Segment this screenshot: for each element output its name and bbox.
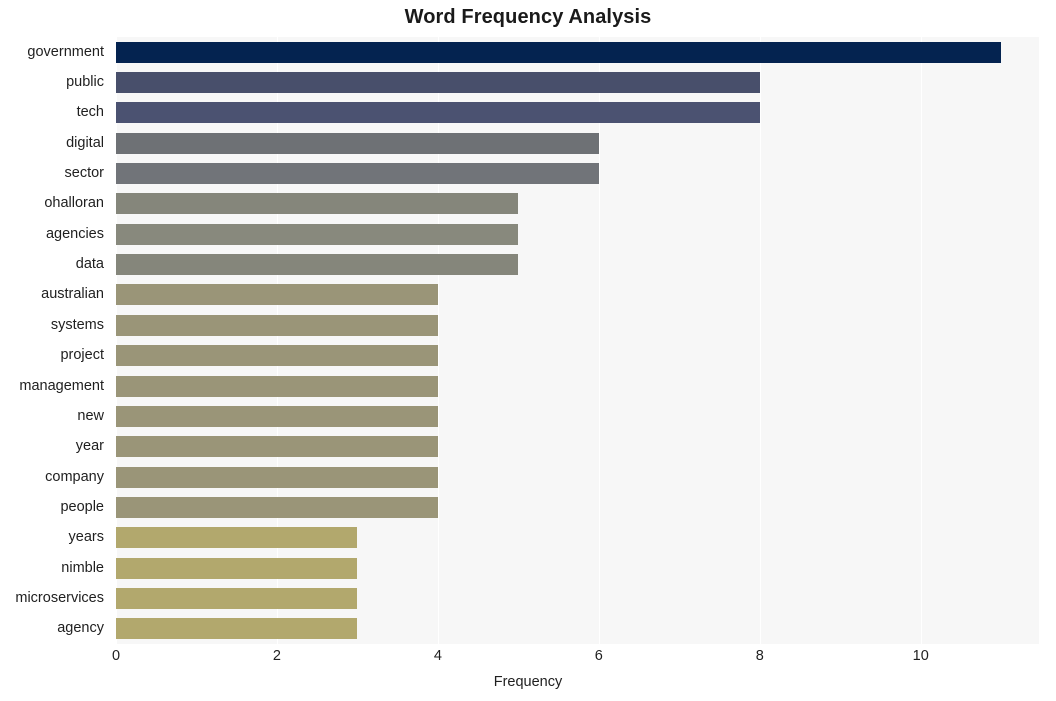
bar-row bbox=[116, 72, 1039, 94]
bar-row bbox=[116, 223, 1039, 245]
x-tick-6: 6 bbox=[594, 648, 603, 664]
y-axis-label-digital: digital bbox=[66, 134, 104, 151]
x-tick-4: 4 bbox=[433, 648, 442, 664]
y-axis-label-government: government bbox=[27, 43, 104, 60]
x-axis-title: Frequency bbox=[493, 674, 563, 690]
bar-microservices[interactable] bbox=[116, 587, 358, 609]
y-axis-label-australian: australian bbox=[41, 286, 104, 303]
bar-government[interactable] bbox=[116, 41, 1002, 63]
bar-row bbox=[116, 527, 1039, 549]
y-axis-label-new: new bbox=[77, 407, 104, 424]
bar-nimble[interactable] bbox=[116, 557, 358, 579]
word-frequency-chart: Word Frequency Analysis government public… bbox=[0, 0, 1056, 701]
bar-year[interactable] bbox=[116, 436, 438, 458]
bar-row bbox=[116, 587, 1039, 609]
bar-agency[interactable] bbox=[116, 618, 358, 640]
y-axis-label-years: years bbox=[68, 529, 104, 546]
bar-project[interactable] bbox=[116, 345, 438, 367]
bar-company[interactable] bbox=[116, 466, 438, 488]
y-axis-label-microservices: microservices bbox=[15, 589, 104, 606]
x-axis-ticks: 0 2 4 6 8 10 bbox=[0, 648, 1056, 672]
y-axis-labels: government public tech digital sector ohallor… bbox=[0, 37, 110, 644]
y-axis-label-people: people bbox=[60, 498, 104, 515]
bar-row bbox=[116, 254, 1039, 276]
bar-tech[interactable] bbox=[116, 102, 760, 124]
y-axis-label-sector: sector bbox=[64, 165, 105, 182]
bar-agencies[interactable] bbox=[116, 223, 519, 245]
y-axis-label-tech: tech bbox=[76, 104, 104, 121]
y-axis-label-agency: agency bbox=[57, 620, 104, 637]
bar-row bbox=[116, 466, 1039, 488]
bar-row bbox=[116, 102, 1039, 124]
y-axis-label-data: data bbox=[75, 256, 104, 273]
bar-people[interactable] bbox=[116, 496, 438, 518]
gridline-0 bbox=[116, 37, 117, 644]
x-tick-8: 8 bbox=[755, 648, 764, 664]
plot-area bbox=[116, 37, 1039, 644]
y-axis-label-public: public bbox=[66, 74, 104, 91]
bar-new[interactable] bbox=[116, 405, 438, 427]
gridline-2 bbox=[276, 37, 278, 644]
y-axis-label-project: project bbox=[60, 347, 104, 364]
bar-row bbox=[116, 193, 1039, 215]
x-tick-0: 0 bbox=[111, 648, 121, 664]
bar-data[interactable] bbox=[116, 254, 519, 276]
gridline-10 bbox=[920, 37, 922, 644]
y-axis-label-company: company bbox=[45, 468, 104, 485]
gridline-8 bbox=[759, 37, 761, 644]
y-axis-label-ohalloran: ohalloran bbox=[44, 195, 104, 212]
bar-row bbox=[116, 375, 1039, 397]
bar-management[interactable] bbox=[116, 375, 438, 397]
bar-public[interactable] bbox=[116, 72, 760, 94]
x-tick-2: 2 bbox=[272, 648, 281, 664]
bar-sector[interactable] bbox=[116, 163, 599, 185]
y-axis-label-year: year bbox=[75, 438, 104, 455]
bar-row bbox=[116, 557, 1039, 579]
bar-australian[interactable] bbox=[116, 284, 438, 306]
bar-years[interactable] bbox=[116, 527, 358, 549]
bar-row bbox=[116, 405, 1039, 427]
y-axis-label-nimble: nimble bbox=[61, 559, 104, 576]
gridline-4 bbox=[437, 37, 439, 644]
bar-row bbox=[116, 41, 1039, 63]
bar-row bbox=[116, 496, 1039, 518]
bar-row bbox=[116, 345, 1039, 367]
chart-title: Word Frequency Analysis bbox=[404, 6, 652, 28]
bar-row bbox=[116, 618, 1039, 640]
bar-row bbox=[116, 314, 1039, 336]
y-axis-label-management: management bbox=[19, 377, 104, 394]
x-tick-10: 10 bbox=[912, 648, 929, 664]
bar-systems[interactable] bbox=[116, 314, 438, 336]
y-axis-label-systems: systems bbox=[50, 316, 104, 333]
bar-row bbox=[116, 436, 1039, 458]
gridline-6 bbox=[598, 37, 600, 644]
bar-ohalloran[interactable] bbox=[116, 193, 519, 215]
y-axis-label-agencies: agencies bbox=[45, 225, 104, 242]
bar-row bbox=[116, 284, 1039, 306]
bar-row bbox=[116, 132, 1039, 154]
bar-row bbox=[116, 163, 1039, 185]
bar-digital[interactable] bbox=[116, 132, 599, 154]
